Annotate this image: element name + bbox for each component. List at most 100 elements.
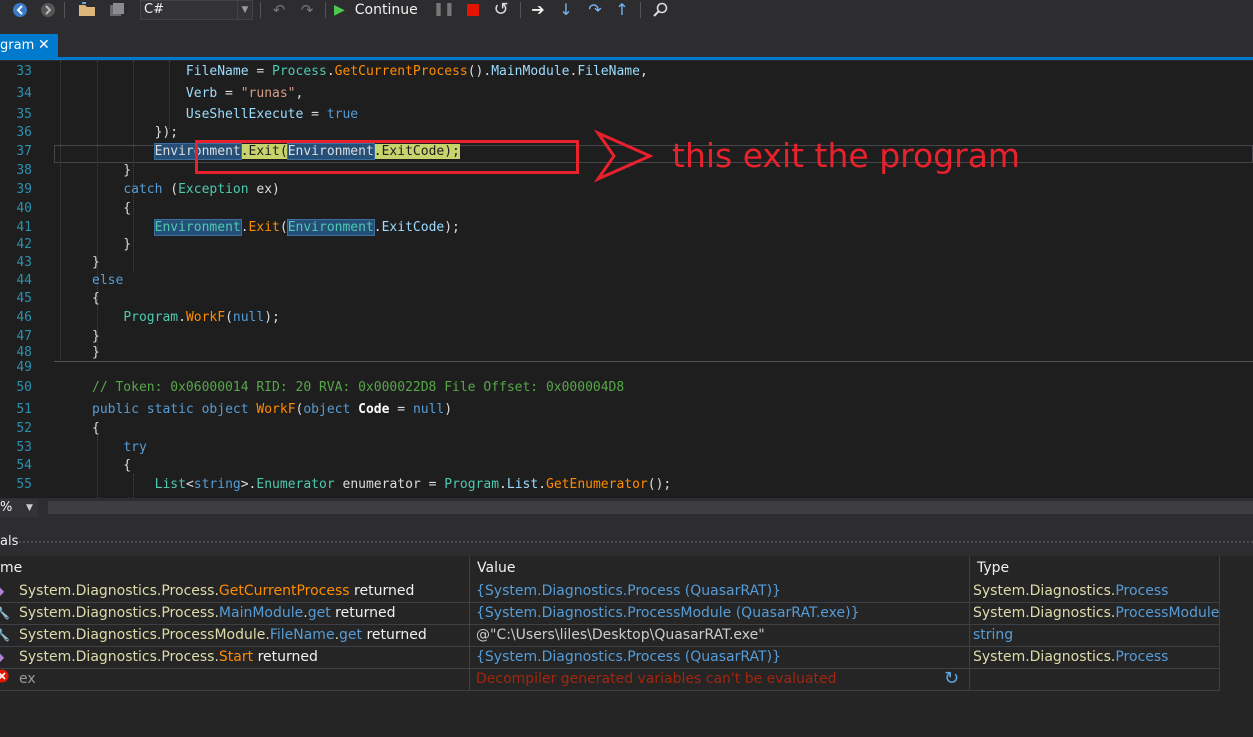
local-value[interactable]: @"C:\Users\liles\Desktop\QuasarRAT.exe" — [476, 624, 946, 646]
open-folder-icon[interactable] — [76, 0, 98, 20]
code-editor[interactable]: 33 FileName = Process.GetCurrentProcess(… — [0, 61, 1253, 498]
column-header-name[interactable]: me — [0, 556, 22, 580]
code-line: UseShellExecute = true — [92, 107, 358, 122]
type-token: System.Diagnostics. — [973, 649, 1116, 665]
name-token: System.Diagnostics. — [19, 583, 162, 599]
code-token: } — [92, 329, 100, 344]
name-token: ex — [19, 671, 36, 687]
tab-program[interactable]: gram ✕ — [0, 34, 58, 57]
chevron-down-icon[interactable]: ▼ — [237, 1, 252, 19]
line-number: 43 — [16, 255, 32, 270]
continue-button[interactable]: ▶ Continue — [334, 0, 434, 20]
search-icon[interactable] — [650, 0, 670, 20]
code-token: GetEnumerator — [546, 477, 648, 492]
redo-icon[interactable]: ↷ — [296, 0, 318, 20]
zoom-value: % — [0, 500, 13, 515]
code-token: ( — [225, 310, 233, 325]
local-value[interactable]: {System.Diagnostics.Process (QuasarRAT)} — [476, 646, 946, 668]
local-type: System.Diagnostics.ProcessModule — [973, 602, 1219, 624]
step-out-icon[interactable]: ↑ — [612, 0, 632, 20]
code-line: catch (Exception ex) — [92, 182, 280, 197]
annotation-arrow-icon — [594, 129, 654, 183]
name-token: returned — [349, 583, 415, 599]
show-next-statement-icon[interactable]: ➔ — [528, 0, 548, 20]
local-value[interactable]: {System.Diagnostics.Process (QuasarRAT)} — [476, 580, 946, 602]
editor-horizontal-scrollbar[interactable]: % ▼ — [0, 498, 1253, 519]
column-header-value[interactable]: Value — [477, 556, 515, 580]
table-row[interactable]: ex Decompiler generated variables can't b… — [0, 668, 1220, 691]
line-number: 45 — [16, 291, 32, 306]
play-icon: ▶ — [334, 2, 345, 18]
code-line: FileName = Process.GetCurrentProcess().M… — [92, 64, 648, 79]
code-token: ); — [264, 310, 280, 325]
panel-grip[interactable] — [18, 540, 1253, 545]
indent-guide — [60, 61, 61, 359]
continue-label: Continue — [354, 2, 418, 18]
line-number: 48 — [16, 345, 32, 360]
toolbar-separator — [64, 2, 65, 18]
stop-icon[interactable] — [464, 0, 482, 20]
column-header-type[interactable]: Type — [977, 556, 1009, 580]
line-number: 50 — [16, 380, 32, 395]
forward-icon[interactable] — [38, 0, 58, 20]
toolbar-separator — [520, 2, 521, 18]
scrollbar-track[interactable] — [48, 501, 1253, 514]
code-token: List — [506, 477, 539, 492]
name-token: get — [307, 605, 331, 621]
code-token: public — [92, 402, 139, 417]
local-value[interactable]: {System.Diagnostics.ProcessModule (Quasa… — [476, 602, 946, 624]
tab-title: gram — [0, 38, 35, 53]
method-icon: ◆ — [0, 646, 4, 668]
code-line: } — [92, 255, 100, 270]
restart-icon[interactable]: ↺ — [490, 0, 512, 20]
method-separator — [54, 361, 1253, 362]
line-number: 34 — [16, 86, 32, 101]
code-line: } — [92, 237, 131, 252]
code-token: Code — [358, 402, 390, 417]
code-line: try — [92, 440, 146, 455]
toolbar: C# ▼ ↶ ↷ ▶ Continue ❚❚ ↺ ➔ ↓ ↷ ↑ — [0, 0, 1253, 22]
code-token: "runas" — [240, 86, 296, 101]
code-token: (); — [647, 477, 672, 492]
table-row[interactable]: 🔧 System.Diagnostics.Process.MainModule.g… — [0, 602, 1220, 625]
code-token: null — [232, 310, 265, 325]
table-row[interactable]: ◆ System.Diagnostics.Process.GetCurrentPr… — [0, 580, 1220, 603]
code-line: { — [92, 458, 131, 473]
undo-icon[interactable]: ↶ — [268, 0, 290, 20]
code-token: >. — [240, 477, 257, 492]
line-number: 55 — [16, 477, 32, 492]
locals-panel-title-bar: als — [0, 528, 1253, 556]
line-number: 52 — [16, 421, 32, 436]
save-all-icon[interactable] — [106, 0, 128, 20]
code-line: List<string>.Enumerator enumerator = Pro… — [92, 477, 672, 492]
table-row[interactable]: ◆ System.Diagnostics.Process.Start return… — [0, 646, 1220, 669]
name-token: returned — [330, 605, 396, 621]
step-into-icon[interactable]: ↓ — [556, 0, 576, 20]
line-number: 38 — [16, 163, 32, 178]
type-token: ProcessModule — [1115, 605, 1219, 621]
code-token: string — [193, 477, 241, 492]
line-number: 49 — [16, 360, 32, 375]
table-row[interactable]: 🔧 System.Diagnostics.ProcessModule.FileNa… — [0, 624, 1220, 647]
name-token: System.Diagnostics. — [19, 649, 162, 665]
refresh-icon[interactable]: ↻ — [944, 668, 964, 690]
chevron-down-icon[interactable]: ▼ — [26, 499, 33, 517]
panel-title: als — [0, 534, 19, 549]
pause-icon[interactable]: ❚❚ — [433, 0, 455, 20]
code-token: }); — [92, 125, 179, 140]
code-token: = — [389, 402, 413, 417]
step-over-icon[interactable]: ↷ — [584, 0, 606, 20]
toolbar-separator — [260, 2, 261, 18]
local-type: System.Diagnostics.Process — [973, 580, 1219, 602]
local-value[interactable]: Decompiler generated variables can't be … — [476, 668, 946, 690]
local-name: System.Diagnostics.Process.GetCurrentPro… — [19, 580, 467, 602]
local-name: ex — [19, 668, 467, 690]
language-select[interactable]: C# ▼ — [140, 0, 253, 20]
close-icon[interactable]: ✕ — [38, 34, 50, 57]
code-token: catch — [123, 182, 163, 197]
zoom-select[interactable]: % ▼ — [0, 499, 38, 517]
back-icon[interactable] — [10, 0, 30, 20]
